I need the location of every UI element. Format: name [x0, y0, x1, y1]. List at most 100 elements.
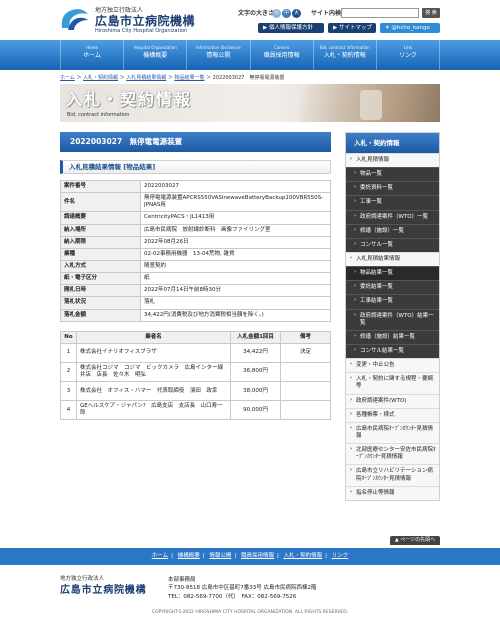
footer-link[interactable]: 機構概要 — [178, 553, 200, 559]
detail-value: CentricityPACS・JL1413用 — [140, 211, 331, 225]
sidebar-item[interactable]: 政府調達案件(WTO) — [346, 393, 439, 408]
sitemap-link[interactable]: ▶ サイトマップ — [328, 23, 376, 33]
sidebar-subitem[interactable]: 政府調達案件（WTO）結果一覧 — [346, 308, 439, 330]
gnav-disclosure[interactable]: Information disclosure 情報公開 — [186, 40, 249, 70]
sitemap-label: サイトマップ — [338, 25, 372, 31]
banner-subtitle: Bid, contract information — [67, 112, 130, 118]
footer-contact-line: TEL：082-569-7700（代） FAX：082-569-7526 — [168, 593, 297, 600]
gnav-en-label: Careers — [273, 45, 290, 50]
gnav-link[interactable]: Link リンク — [375, 40, 441, 70]
gnav-careers[interactable]: Careers 職員採用情報 — [249, 40, 313, 70]
result-no: 1 — [60, 342, 77, 363]
font-size-large-button[interactable]: 大 — [292, 9, 301, 18]
privacy-policy-link[interactable]: ▶ 個人情報保護方針 — [258, 23, 324, 33]
table-row: 2 株式会社コジマ コジマ ビックカメラ 広島インター緑井店 店長 佐々木 明弘 3… — [60, 361, 331, 383]
detail-value: 広島市民病院 放射線診断科 画像ファイリング室 — [140, 223, 331, 237]
organization-logo-icon[interactable] — [58, 6, 90, 32]
detail-row: 入札方式 随意契約 — [60, 259, 331, 274]
detail-row: 落札状況 落札 — [60, 296, 331, 310]
result-note — [280, 381, 331, 402]
breadcrumb-link[interactable]: 入札・契約情報 — [83, 75, 118, 81]
detail-label: 件名 — [60, 192, 141, 213]
result-no: 4 — [60, 400, 77, 421]
sidebar-subitem[interactable]: 物品結果一覧 — [346, 266, 439, 281]
sidebar-item[interactable]: 各種帳票・様式 — [346, 407, 439, 422]
col-header-note: 備考 — [280, 330, 331, 344]
sidebar-subitem[interactable]: 物品一覧 — [346, 167, 439, 182]
detail-value: 2022年07月14日午前8時30分 — [140, 284, 331, 298]
result-amount: 34,422円 — [230, 342, 281, 363]
footer-link[interactable]: 職員採用情報 — [241, 553, 274, 559]
sidebar-item[interactable]: 入札見積結果情報 — [346, 251, 439, 267]
detail-row: 紙・電子区分紙 — [60, 272, 331, 286]
sidebar-subitem[interactable]: 委託資料一覧 — [346, 181, 439, 196]
breadcrumb-link[interactable]: ホーム — [60, 75, 75, 81]
sidebar-subitem[interactable]: 工事一覧 — [346, 195, 439, 210]
breadcrumb-link[interactable]: 入札見積結果情報 — [126, 75, 166, 81]
detail-label: 案件番号 — [60, 179, 141, 194]
twitter-link[interactable]: ✦ @hcho_kango — [380, 23, 440, 33]
sidebar-item[interactable]: 北部医療センター安佐市民病院ｵｰﾌﾟﾝｶｳﾝﾀｰ見積情報 — [346, 443, 439, 465]
results-header-row: No 業者名 入札金額1回目 備考 — [60, 330, 331, 344]
sidebar-item[interactable]: 入札・契約に関する規程・要綱等 — [346, 372, 439, 394]
detail-row: 納入期限 2022年08月26日 — [60, 235, 331, 249]
col-header-no: No — [60, 330, 77, 344]
breadcrumb-link[interactable]: 物品結果一覧 — [174, 75, 204, 81]
page-title: 2022003027 無停電電源装置 — [60, 132, 331, 152]
sidebar-item[interactable]: 指名停止等情報 — [346, 485, 439, 500]
sidebar-item[interactable]: 変更・中止公告 — [346, 358, 439, 373]
font-size-small-button[interactable]: 小 — [272, 9, 281, 18]
sidebar-subitem[interactable]: 委託結果一覧 — [346, 280, 439, 295]
sidebar-item[interactable]: 広島市民病院ｵｰﾌﾟﾝｶｳﾝﾀｰ見積情報 — [346, 421, 439, 444]
footer-org-name: 広島市立病院機構 — [60, 585, 147, 596]
detail-value: 落札 — [140, 296, 331, 310]
detail-row: 案件番号 2022003027 — [60, 179, 331, 194]
global-nav: Home ホーム Hospital Organization 機構概要 Info… — [0, 40, 500, 70]
page-banner: 入札・契約情報 Bid, contract information — [60, 84, 440, 122]
sidebar-subitem[interactable]: 修繕（施設）結果一覧 — [346, 329, 439, 344]
sidebar-item[interactable]: 入札見積情報 — [346, 153, 439, 168]
footer-address-title: 本部事務局 — [168, 577, 196, 583]
result-note — [280, 361, 331, 383]
footer-address-line: 〒730-8518 広島市中区基町7番33号 広島市民病院西棟2階 — [168, 585, 317, 592]
gnav-ja-label: 職員採用情報 — [263, 52, 300, 60]
banner-photo — [300, 84, 440, 122]
detail-value: 随意契約 — [140, 259, 331, 274]
font-size-medium-button[interactable]: 中 — [282, 9, 291, 18]
detail-label: 納入場所 — [60, 223, 141, 237]
sidebar-item[interactable]: 広島市立リハビリテーション病院ｵｰﾌﾟﾝｶｳﾝﾀｰ見積情報 — [346, 464, 439, 486]
detail-row: 納入場所 広島市民病院 放射線診断科 画像ファイリング室 — [60, 223, 331, 237]
detail-label: 紙・電子区分 — [60, 272, 141, 286]
search-button[interactable]: 検 索 — [422, 8, 440, 18]
sidebar-subitem[interactable]: 工事結果一覧 — [346, 294, 439, 309]
gnav-bid-contract[interactable]: Bid, contract information 入札・契約情報 — [312, 40, 376, 70]
gnav-organization[interactable]: Hospital Organization 機構概要 — [123, 40, 186, 70]
site-search-input[interactable] — [341, 8, 419, 18]
main-content: 2022003027 無停電電源装置 入札見積結果情報 [物品結果] 案件番号 2… — [60, 132, 331, 421]
table-row: 4 GEヘルスケア・ジャパン? 広島支店 支店長 山口寿一郎 90,000円 — [60, 400, 331, 421]
footer-link[interactable]: リンク — [332, 553, 349, 559]
page-top-button[interactable]: ▲ ページの先頭へ — [390, 536, 440, 545]
result-amount: 36,800円 — [230, 361, 281, 383]
footer-link[interactable]: ホーム — [152, 553, 168, 559]
font-size-label: 文字の大きさ — [238, 10, 275, 17]
col-header-name: 業者名 — [76, 330, 231, 344]
sidebar-subitem[interactable]: 政府調達案件（WTO）一覧 — [346, 209, 439, 224]
footer-link[interactable]: 入札・契約情報 — [284, 553, 323, 559]
gnav-ja-label: 情報公開 — [206, 52, 231, 60]
detail-value: 2022003027 — [140, 179, 331, 194]
gnav-home[interactable]: Home ホーム — [60, 40, 123, 70]
sidebar-subitem[interactable]: 修繕（施設）一覧 — [346, 223, 439, 238]
detail-value: 02-02事務用機器 13-04荒物, 雑貨 — [140, 247, 331, 261]
gnav-ja-label: リンク — [398, 52, 417, 60]
detail-row: 調達概要 CentricityPACS・JL1413用 — [60, 211, 331, 225]
gnav-en-label: Information disclosure — [196, 45, 241, 50]
footer-link[interactable]: 情報公開 — [209, 553, 231, 559]
detail-value: 無停電電源装置APCRS550VASinewaveBatteryBackup10… — [140, 192, 331, 213]
result-amount: 38,000円 — [230, 381, 281, 402]
detail-label: 入札方式 — [60, 259, 141, 274]
sidebar-subitem[interactable]: コンサル一覧 — [346, 237, 439, 252]
sidebar-title: 入札・契約情報 — [346, 133, 439, 153]
sidebar-subitem[interactable]: コンサル結果一覧 — [346, 343, 439, 359]
section-title: 入札見積結果情報 [物品結果] — [60, 160, 331, 174]
